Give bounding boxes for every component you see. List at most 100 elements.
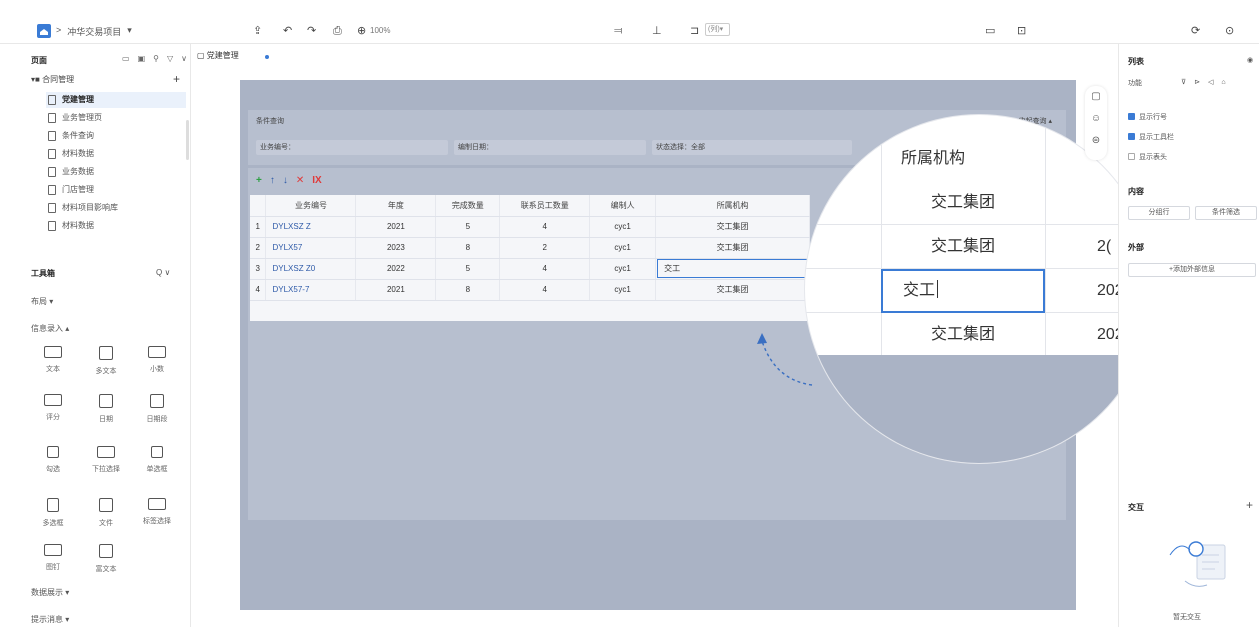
folder-icon[interactable]: ▣ [138,54,146,63]
tree-root[interactable]: ▾■ 合同管理 [31,74,74,85]
group-form[interactable]: 提示消息 ▾ [31,614,69,625]
table-cell[interactable]: 2 [499,237,591,259]
show-row-checkbox[interactable] [1128,113,1135,120]
eye-icon[interactable]: ◉ [1247,56,1253,64]
chevron-down-icon[interactable]: ▾ [127,25,132,38]
tree-item[interactable]: 党建管理 [46,92,186,108]
tool-pin[interactable]: 图钉 [31,544,75,584]
tree-item[interactable]: 业务管理页 [46,110,186,126]
table-cell[interactable]: DYLX57 [265,237,357,259]
group-input[interactable]: 信息录入 ▴ [31,323,69,334]
tool-number[interactable]: 小数 [135,346,179,386]
table-cell[interactable]: 2023 [355,237,437,259]
table-cell[interactable]: cyc1 [589,258,657,280]
filter-button[interactable]: 条件筛选 [1195,206,1257,220]
table-cell[interactable]: DYLXSZ Z0 [265,258,357,280]
table-cell[interactable]: cyc1 [589,237,657,259]
table-cell[interactable]: 2021 [355,216,437,238]
move-down-icon[interactable]: ↓ [283,175,288,186]
table-cell[interactable]: 交工集团 [655,216,810,238]
table-cell[interactable]: 5 [435,216,501,238]
undo-icon[interactable]: ↶ [283,25,292,37]
table-cell[interactable]: 8 [435,279,501,301]
tree-item[interactable]: 条件查询 [46,128,186,144]
move-up-icon[interactable]: ↑ [270,175,275,186]
tree-item[interactable]: 材料项目影响库 [46,200,186,216]
layout-icon[interactable]: ⊐ [690,25,699,37]
column-header[interactable]: 业务编号 [265,195,357,217]
toolbox-search[interactable]: Q ∨ [156,268,170,277]
table-cell[interactable]: DYLX57-7 [265,279,357,301]
copy-icon[interactable]: ▢ [1085,86,1107,108]
column-header[interactable]: 联系员工数量 [499,195,591,217]
table-cell[interactable]: 4 [499,216,591,238]
settings-icon[interactable]: ⟳ [1191,25,1200,37]
column-header[interactable]: 编制人 [589,195,657,217]
tab-list[interactable]: 列表 [1128,56,1144,67]
table-cell[interactable]: 8 [435,237,501,259]
column-select[interactable]: (列)▾ [705,23,730,36]
tool-date[interactable]: 日期 [84,394,128,434]
save-icon[interactable]: ⎙ [333,25,342,37]
column-header[interactable]: 完成数量 [435,195,501,217]
distribute-icon[interactable]: ⊥ [652,25,662,37]
add-external-button[interactable]: +添加外部信息 [1128,263,1256,277]
add-page-button[interactable]: + [173,72,180,86]
tool-tag[interactable]: 标签选择 [135,498,179,538]
tool-select[interactable]: 下拉选择 [84,446,128,486]
chevron-down-icon[interactable]: ∨ [181,54,187,63]
show-header-checkbox[interactable] [1128,153,1135,160]
new-page-icon[interactable]: ▭ [122,54,130,63]
table-cell[interactable]: DYLXSZ Z [265,216,357,238]
group-display[interactable]: 数据展示 ▾ [31,587,69,598]
home-icon[interactable] [37,24,51,38]
column-header[interactable]: 年度 [355,195,437,217]
table-cell[interactable]: 交工集团 [655,237,810,259]
table-cell[interactable]: 4 [499,258,591,280]
delete-row-icon[interactable]: ✕ [296,175,304,186]
filter-icon[interactable]: ▽ [167,54,173,63]
table-cell[interactable]: 交工集团 [655,279,810,301]
tool-richtext[interactable]: 富文本 [84,544,128,584]
tool-file[interactable]: 文件 [84,498,128,538]
table-cell[interactable]: 5 [435,258,501,280]
show-toolbar-checkbox[interactable] [1128,133,1135,140]
search-icon[interactable]: ⚲ [153,54,159,63]
group-layout[interactable]: 布局 ▾ [31,296,53,307]
date-field[interactable]: 编制日期： [454,140,646,155]
table-cell[interactable]: 2021 [355,279,437,301]
tool-checkbox[interactable]: 勾选 [31,446,75,486]
tree-item[interactable]: 材料数据 [46,218,186,234]
tab-page[interactable]: ▢ 党建管理 [197,50,239,61]
tree-item[interactable]: 材料数据 [46,146,186,162]
zoom-level[interactable]: 100% [370,26,390,35]
project-name[interactable]: 冲华交易项目 [67,25,121,38]
share-icon[interactable]: ⇪ [253,25,262,37]
tree-item[interactable]: 门店管理 [46,182,186,198]
layer-icon[interactable]: ⊜ [1085,130,1107,152]
function-icons[interactable]: ⊽⊳◁⌂ [1181,78,1234,86]
redo-icon[interactable]: ↷ [307,25,316,37]
table-row[interactable]: 3 DYLXSZ Z0 2022 5 4 cyc1 交工 [250,258,810,280]
tree-item[interactable]: 业务数据 [46,164,186,180]
table-cell[interactable]: 4 [499,279,591,301]
clear-icon[interactable]: IX [312,175,321,186]
table-cell[interactable]: 2022 [355,258,437,280]
style-icon[interactable]: ☺ [1085,108,1107,130]
table-row[interactable]: 4 DYLX57-7 2021 8 4 cyc1 交工集团 [250,279,810,301]
tool-radio[interactable]: 单选框 [135,446,179,486]
tool-textarea[interactable]: 多文本 [84,346,128,386]
editing-cell[interactable]: 交工 [655,258,810,280]
add-interaction-button[interactable]: + [1246,498,1253,512]
column-header[interactable]: 所属机构 [655,195,810,217]
zoom-icon[interactable]: ⊕ [357,25,366,37]
table-row[interactable]: 1 DYLXSZ Z 2021 5 4 cyc1 交工集团 [250,216,810,238]
table-cell[interactable]: cyc1 [589,279,657,301]
align-icon[interactable]: ⫤ [614,25,622,37]
table-cell[interactable]: cyc1 [589,216,657,238]
tool-text[interactable]: 文本 [31,346,75,386]
tool-date-range[interactable]: 日期段 [135,394,179,434]
publish-icon[interactable]: ⊡ [1017,25,1026,37]
table-row[interactable]: 2 DYLX57 2023 8 2 cyc1 交工集团 [250,237,810,259]
add-row-icon[interactable]: + [256,175,262,186]
